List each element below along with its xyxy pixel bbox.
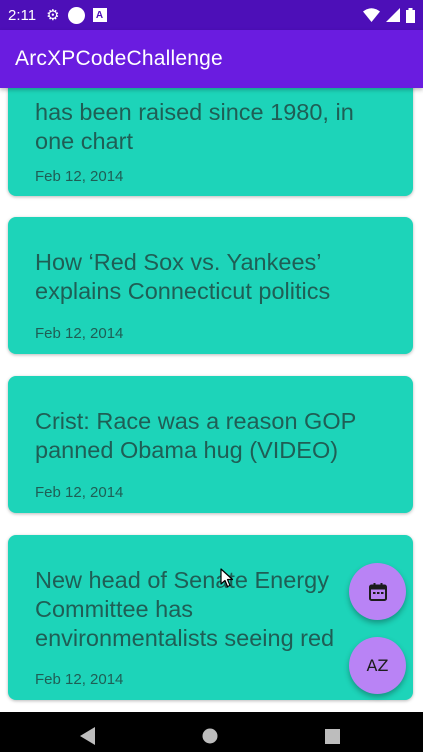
system-nav-bar (0, 712, 423, 752)
article-card[interactable]: has been raised since 1980, in one chart… (8, 88, 413, 196)
article-title: has been raised since 1980, in one chart (35, 99, 354, 154)
sort-by-date-button[interactable] (349, 563, 406, 620)
article-title: New head of Senate Energy Committee has … (35, 567, 335, 651)
article-date: Feb 12, 2014 (35, 325, 124, 342)
article-date: Feb 12, 2014 (35, 671, 124, 688)
back-icon[interactable] (80, 727, 95, 745)
status-right-icons (363, 7, 415, 23)
article-date: Feb 12, 2014 (35, 484, 124, 501)
sort-alphabetically-button[interactable]: AZ (349, 637, 406, 694)
sort-az-icon: AZ (366, 656, 389, 675)
battery-icon (406, 7, 415, 23)
home-icon[interactable] (202, 728, 218, 744)
recents-icon[interactable] (325, 729, 340, 744)
article-title: Crist: Race was a reason GOP panned Obam… (35, 408, 356, 463)
article-date: Feb 12, 2014 (35, 168, 124, 185)
app-bar: ArcXPCodeChallenge (0, 30, 423, 88)
article-title: How ‘Red Sox vs. Yankees’ explains Conne… (35, 249, 331, 304)
app-title: ArcXPCodeChallenge (15, 47, 223, 70)
calendar-icon (368, 582, 387, 601)
status-time: 2:11 (8, 6, 37, 24)
article-card[interactable]: How ‘Red Sox vs. Yankees’ explains Conne… (8, 217, 413, 354)
mouse-cursor-icon (220, 568, 234, 588)
article-list[interactable]: has been raised since 1980, in one chart… (0, 88, 423, 712)
gear-icon: ⚙ (46, 6, 60, 24)
signal-icon (386, 8, 400, 22)
status-bar: 2:11 ⚙ A (0, 0, 423, 30)
notification-badge-icon (67, 6, 85, 24)
app-a-icon: A (92, 8, 107, 22)
status-left-icons: ⚙ A (46, 6, 107, 24)
wifi-icon (363, 8, 380, 22)
article-card[interactable]: Crist: Race was a reason GOP panned Obam… (8, 376, 413, 513)
